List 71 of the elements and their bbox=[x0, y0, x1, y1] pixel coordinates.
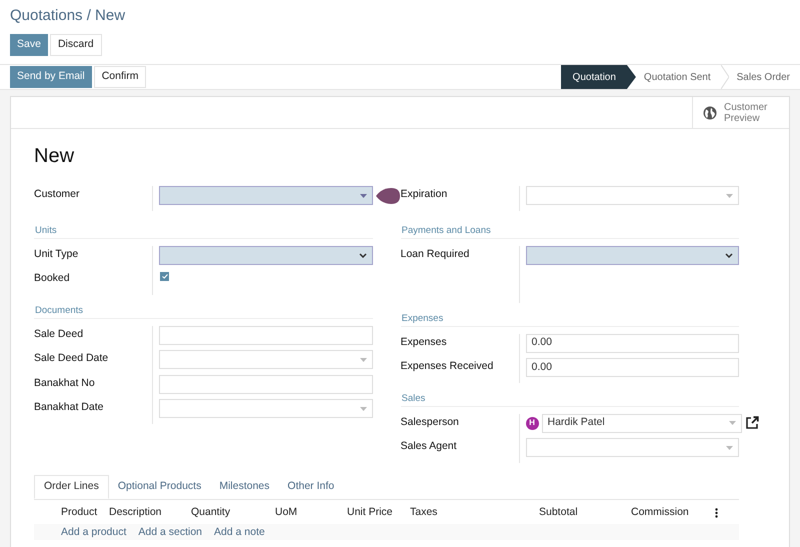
field-label: Banakhat Date bbox=[34, 400, 104, 415]
section-title: Units bbox=[34, 224, 372, 238]
section-title: Documents bbox=[34, 304, 372, 318]
field-label: Loan Required bbox=[400, 246, 470, 262]
date-field[interactable] bbox=[159, 399, 372, 418]
input-field[interactable]: 0.00 bbox=[526, 358, 739, 377]
column-header[interactable]: Subtotal bbox=[539, 506, 578, 518]
confirm-button[interactable]: Confirm bbox=[94, 66, 146, 88]
column-header[interactable]: Unit Price bbox=[347, 506, 393, 518]
chevron-icon bbox=[358, 252, 366, 258]
field-label: Expenses bbox=[400, 334, 448, 350]
caret-icon bbox=[360, 406, 366, 410]
stage-tab[interactable]: Sales Order bbox=[728, 65, 800, 89]
dropdown-field[interactable] bbox=[159, 186, 372, 205]
field-value: Hardik Patel bbox=[548, 415, 605, 430]
section-title: Expenses bbox=[400, 312, 739, 326]
input-field[interactable]: 0.00 bbox=[526, 334, 739, 352]
dropdown-field[interactable]: Hardik Patel bbox=[542, 414, 742, 432]
globe-icon bbox=[703, 106, 717, 120]
caret-icon bbox=[729, 421, 736, 425]
field-label: Sale Deed Date bbox=[34, 351, 110, 366]
field-label: Sales Agent bbox=[400, 439, 458, 454]
stage-tab[interactable]: Quotation Sent bbox=[636, 65, 721, 89]
caret-icon bbox=[726, 446, 733, 450]
field-label: Salesperson bbox=[400, 414, 460, 430]
caret-icon bbox=[360, 358, 366, 362]
kebab-menu-icon[interactable] bbox=[715, 508, 718, 518]
column-header[interactable]: Taxes bbox=[410, 506, 438, 518]
chevron-icon bbox=[725, 252, 733, 258]
field-label: Sale Deed bbox=[34, 326, 84, 342]
pointer-marker-icon bbox=[376, 187, 401, 205]
input-field[interactable] bbox=[159, 326, 372, 344]
dropdown-field[interactable] bbox=[526, 246, 739, 264]
date-field[interactable] bbox=[526, 186, 739, 205]
add-link[interactable]: Add a note bbox=[214, 526, 265, 540]
record-title: New bbox=[34, 144, 76, 168]
customer-preview-button[interactable]: Customer Preview bbox=[692, 97, 789, 128]
column-header[interactable]: UoM bbox=[275, 506, 298, 518]
caret-icon bbox=[726, 194, 733, 198]
input-field[interactable] bbox=[159, 374, 372, 394]
field-value: 0.00 bbox=[532, 360, 552, 375]
field-label: Customer bbox=[34, 187, 81, 202]
discard-button[interactable]: Discard bbox=[50, 34, 102, 56]
caret-icon bbox=[360, 194, 366, 198]
breadcrumb: Quotations / New bbox=[10, 7, 126, 25]
tab[interactable]: Order Lines bbox=[34, 474, 109, 498]
save-button[interactable]: Save bbox=[10, 34, 48, 56]
tab[interactable]: Optional Products bbox=[108, 474, 210, 498]
add-link[interactable]: Add a section bbox=[138, 526, 202, 540]
tab[interactable]: Other Info bbox=[278, 474, 344, 498]
date-field[interactable] bbox=[159, 350, 372, 369]
field-label: Unit Type bbox=[34, 246, 80, 262]
section-title: Payments and Loans bbox=[400, 224, 739, 238]
external-link-icon[interactable] bbox=[745, 416, 759, 430]
checkbox[interactable] bbox=[160, 272, 169, 281]
field-label: Expenses Received bbox=[400, 359, 494, 374]
avatar-initial: H bbox=[526, 416, 538, 430]
stage-tab[interactable]: Quotation bbox=[560, 65, 636, 89]
add-link[interactable]: Add a product bbox=[61, 526, 126, 540]
section-title: Sales bbox=[400, 392, 739, 406]
dropdown-field[interactable] bbox=[159, 246, 372, 264]
send-email-button[interactable]: Send by Email bbox=[10, 66, 92, 88]
field-label: Expiration bbox=[400, 187, 448, 202]
column-header[interactable]: Description bbox=[109, 506, 162, 518]
column-header[interactable]: Commission bbox=[631, 506, 689, 518]
field-label: Banakhat No bbox=[34, 376, 96, 390]
tab[interactable]: Milestones bbox=[210, 474, 279, 498]
field-label: Booked bbox=[34, 271, 71, 286]
column-header[interactable]: Product bbox=[61, 506, 98, 518]
column-header[interactable]: Quantity bbox=[191, 506, 230, 518]
field-value: 0.00 bbox=[532, 335, 552, 350]
